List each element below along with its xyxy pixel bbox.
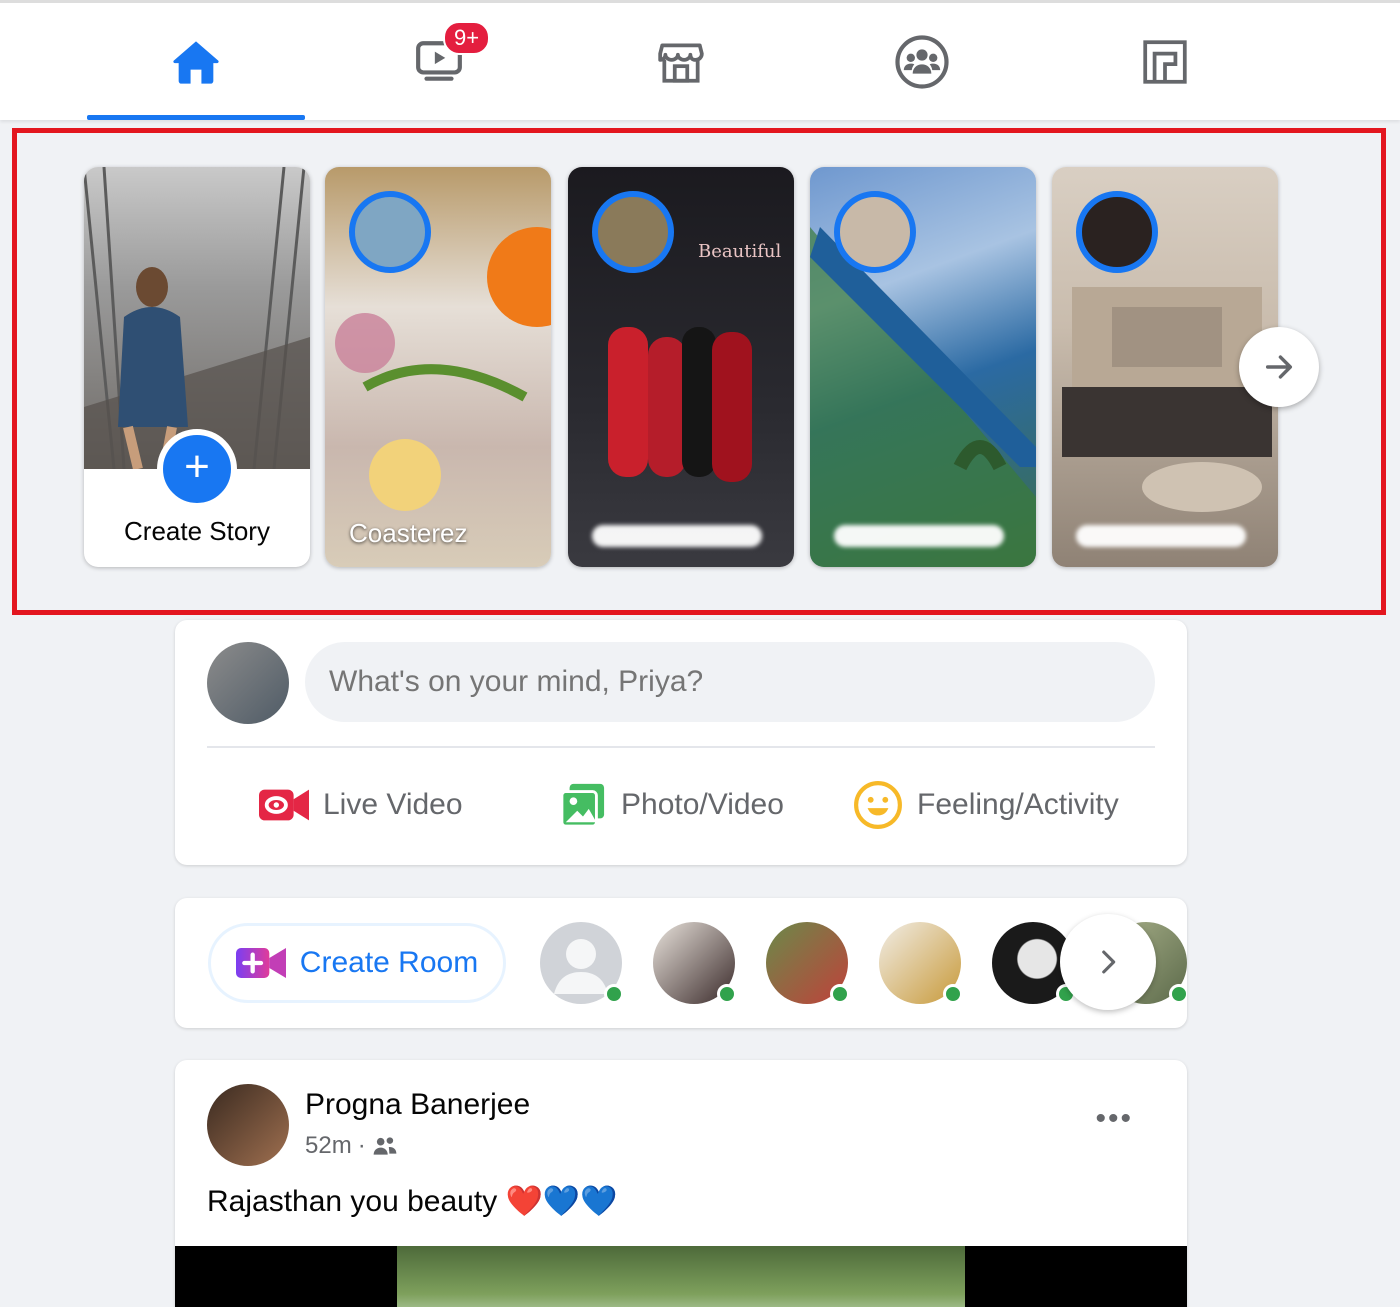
notification-badge: 9+: [443, 21, 491, 55]
post-author-name[interactable]: Progna Banerjee: [305, 1088, 530, 1122]
gaming-icon: [1143, 39, 1187, 84]
store-icon: [658, 42, 704, 83]
contact-avatar[interactable]: [766, 922, 850, 1004]
friends-audience-icon[interactable]: [372, 1135, 398, 1157]
contact-avatar[interactable]: [653, 922, 737, 1004]
feeling-activity-label: Feeling/Activity: [917, 788, 1119, 821]
tab-gaming[interactable]: [1056, 3, 1274, 120]
rooms-next-button[interactable]: [1060, 914, 1156, 1010]
live-video-button[interactable]: Live Video: [259, 770, 463, 840]
story-name-redacted: [592, 525, 762, 547]
more-options-button[interactable]: •••: [1095, 1102, 1133, 1136]
story-avatar: [349, 191, 431, 273]
chevron-right-icon: [1102, 950, 1116, 974]
post-composer: Live Video Photo/Video Feeling/Activity: [175, 620, 1187, 865]
stories-next-button[interactable]: [1239, 327, 1319, 407]
photo-icon: [560, 783, 605, 828]
online-indicator: [604, 984, 624, 1004]
story-avatar: [834, 191, 916, 273]
meta-separator: ·: [357, 1132, 366, 1159]
composer-divider: [207, 746, 1155, 748]
user-story-photo: [84, 167, 310, 471]
story-name: Coasterez: [349, 518, 468, 548]
status-input[interactable]: [305, 642, 1155, 722]
online-indicator: [943, 984, 963, 1004]
feed-post: Progna Banerjee 52m · ••• Rajasthan you …: [175, 1060, 1187, 1307]
post-timestamp[interactable]: 52m: [305, 1132, 352, 1160]
story-avatar: [1076, 191, 1158, 273]
stories-tray: + Create Story Coasterez Beautiful: [0, 160, 1400, 580]
post-media[interactable]: [175, 1246, 1187, 1307]
feeling-activity-button[interactable]: Feeling/Activity: [853, 770, 1119, 840]
tab-marketplace[interactable]: [572, 3, 790, 120]
post-photo: [397, 1246, 965, 1307]
create-story-card[interactable]: + Create Story: [84, 167, 310, 567]
contact-avatar[interactable]: [879, 922, 963, 1004]
create-room-label: Create Room: [299, 946, 479, 979]
svg-text:Beautiful: Beautiful: [698, 241, 781, 262]
add-story-button[interactable]: +: [157, 429, 237, 509]
post-text: Rajasthan you beauty ❤️💙💙: [207, 1185, 618, 1218]
groups-icon: [895, 34, 949, 89]
story-card[interactable]: Beautiful: [568, 167, 794, 567]
story-card[interactable]: Coasterez: [325, 167, 551, 567]
user-avatar[interactable]: [207, 642, 289, 724]
story-name-redacted: [834, 525, 1004, 547]
online-indicator: [1169, 984, 1187, 1004]
arrow-right-icon: [1265, 355, 1293, 379]
create-room-button[interactable]: Create Room: [208, 923, 506, 1003]
tab-watch[interactable]: 9+: [330, 3, 548, 120]
home-icon: [173, 40, 219, 84]
photo-video-label: Photo/Video: [621, 788, 784, 821]
tab-home[interactable]: [87, 3, 305, 120]
tab-groups[interactable]: [813, 3, 1031, 120]
contact-avatar[interactable]: [540, 922, 624, 1004]
smiley-icon: [854, 781, 902, 829]
rooms-bar: Create Room: [175, 898, 1187, 1028]
author-avatar[interactable]: [207, 1084, 289, 1166]
video-camera-plus-icon: [235, 948, 286, 978]
story-card[interactable]: [810, 167, 1036, 567]
live-video-icon: [259, 789, 309, 821]
photo-video-button[interactable]: Photo/Video: [559, 770, 784, 840]
top-navigation: 9+: [0, 0, 1400, 120]
online-indicator: [717, 984, 737, 1004]
story-avatar: [592, 191, 674, 273]
post-meta: 52m ·: [305, 1132, 398, 1160]
live-video-label: Live Video: [323, 788, 463, 821]
story-name-redacted: [1076, 525, 1246, 547]
create-story-label: Create Story: [124, 516, 270, 546]
online-indicator: [830, 984, 850, 1004]
